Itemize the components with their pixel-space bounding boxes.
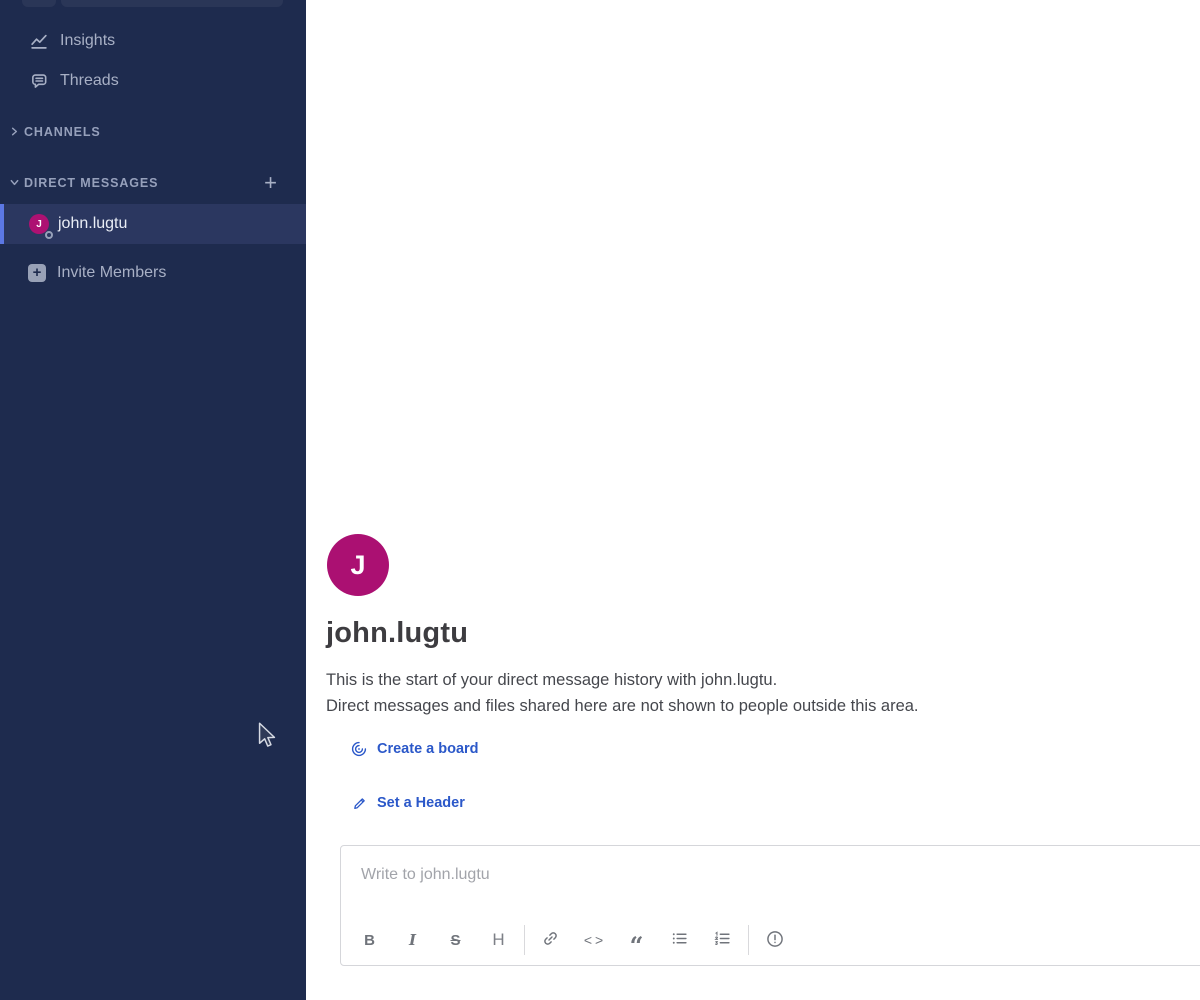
- action-label: Set a Header: [377, 795, 465, 811]
- italic-button[interactable]: I: [398, 925, 428, 955]
- formatting-toolbar: B I S H <>: [348, 925, 796, 955]
- bullet-list-button[interactable]: [665, 925, 695, 955]
- strikethrough-button[interactable]: S: [441, 925, 471, 955]
- sidebar-section-channels[interactable]: CHANNELS: [0, 112, 306, 151]
- action-label: Create a board: [377, 741, 479, 757]
- intro-line-2: Direct messages and files shared here ar…: [326, 693, 919, 719]
- avatar: J: [29, 214, 49, 234]
- message-composer: B I S H <>: [340, 845, 1200, 966]
- bullet-list-icon: [671, 930, 688, 950]
- toolbar-divider: [524, 925, 525, 955]
- set-header-button[interactable]: Set a Header: [351, 795, 465, 811]
- strikethrough-icon: S: [450, 932, 460, 949]
- add-direct-message-button[interactable]: +: [260, 172, 282, 194]
- sidebar-item-dm-john-lugtu[interactable]: J john.lugtu: [0, 204, 306, 244]
- quote-icon: “: [630, 929, 644, 951]
- selection-indicator: [0, 204, 4, 244]
- link-button[interactable]: [536, 925, 566, 955]
- sidebar-item-invite-members[interactable]: + Invite Members: [0, 253, 306, 293]
- sidebar: Insights Threads CHANNELS DIRECT MESSAGE…: [0, 0, 306, 1000]
- sidebar-item-threads[interactable]: Threads: [0, 61, 306, 101]
- toolbar-divider: [748, 925, 749, 955]
- chevron-right-icon: [8, 126, 20, 138]
- pencil-icon: [351, 795, 367, 811]
- bold-icon: B: [364, 932, 375, 949]
- sidebar-section-direct-messages[interactable]: DIRECT MESSAGES +: [0, 163, 306, 202]
- message-square-icon: [30, 72, 48, 90]
- chevron-down-icon: [8, 177, 20, 189]
- sidebar-item-label: Insights: [60, 32, 115, 50]
- heading-icon: H: [492, 930, 504, 950]
- bold-button[interactable]: B: [355, 925, 385, 955]
- sidebar-top-button-partial[interactable]: [22, 0, 56, 7]
- code-button[interactable]: <>: [579, 925, 609, 955]
- boards-spiral-icon: [351, 741, 367, 757]
- link-icon: [542, 930, 559, 950]
- sidebar-search-partial[interactable]: [61, 0, 283, 7]
- plus-square-icon: +: [28, 264, 46, 282]
- page-title: john.lugtu: [326, 617, 468, 650]
- section-label: CHANNELS: [24, 125, 101, 139]
- dm-username: john.lugtu: [58, 215, 127, 233]
- status-offline-icon: [45, 231, 53, 239]
- code-icon: <>: [581, 932, 606, 948]
- italic-icon: I: [409, 931, 416, 949]
- sidebar-item-label: Invite Members: [57, 264, 166, 282]
- message-priority-button[interactable]: [760, 925, 790, 955]
- sidebar-item-label: Threads: [60, 72, 119, 90]
- sidebar-item-insights[interactable]: Insights: [0, 21, 306, 61]
- numbered-list-button[interactable]: [708, 925, 738, 955]
- alert-circle-icon: [766, 930, 784, 951]
- create-board-button[interactable]: Create a board: [351, 741, 479, 757]
- profile-avatar: J: [327, 534, 389, 596]
- message-input[interactable]: [361, 866, 1200, 912]
- section-label: DIRECT MESSAGES: [24, 176, 158, 190]
- quote-button[interactable]: “: [622, 925, 652, 955]
- conversation-panel: J john.lugtu This is the start of your d…: [306, 0, 1200, 1000]
- heading-button[interactable]: H: [484, 925, 514, 955]
- intro-line-1: This is the start of your direct message…: [326, 667, 919, 693]
- chart-line-icon: [30, 32, 48, 50]
- avatar-initial: J: [350, 550, 365, 581]
- intro-text: This is the start of your direct message…: [326, 667, 919, 719]
- numbered-list-icon: [714, 930, 731, 950]
